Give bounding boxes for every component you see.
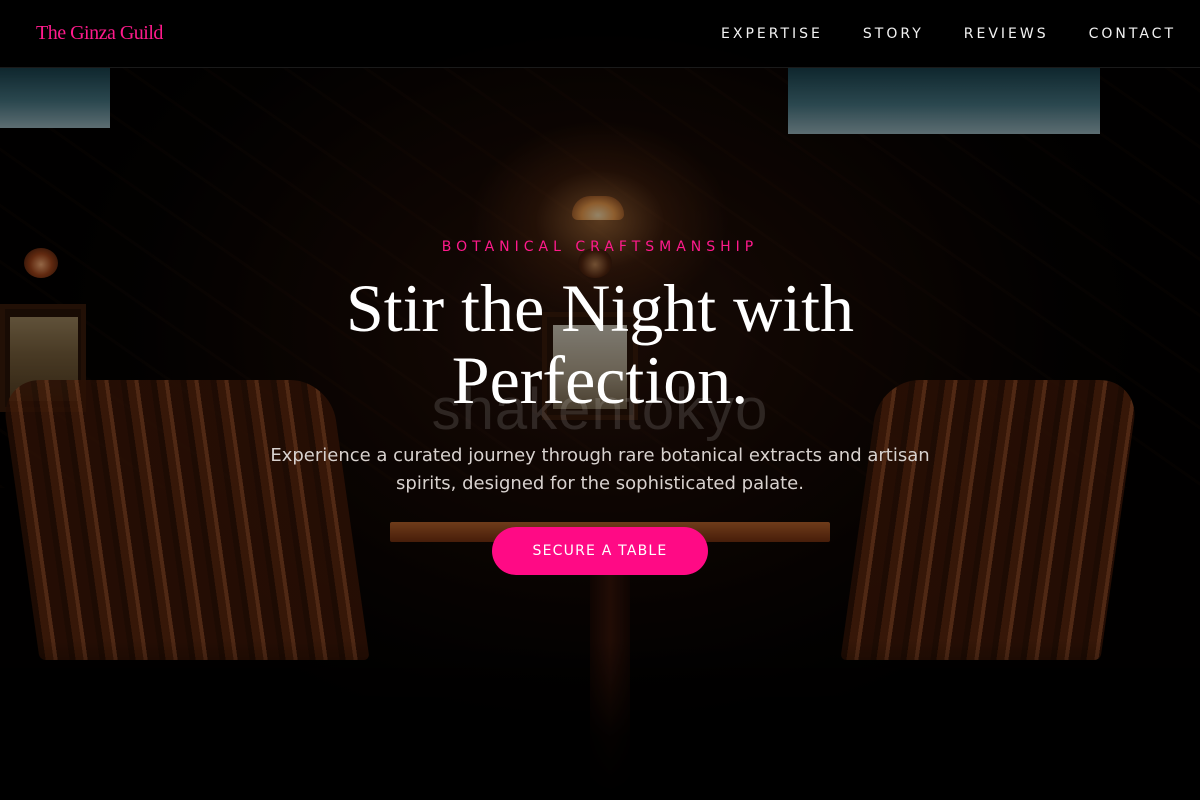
hero-section: BOTANICAL CRAFTSMANSHIP Stir the Night w… xyxy=(0,0,1200,800)
secure-table-button[interactable]: SECURE A TABLE xyxy=(492,527,708,575)
hero-headline: Stir the Night with Perfection. xyxy=(345,270,855,418)
hero-subheading: Experience a curated journey through rar… xyxy=(270,445,930,494)
hero-eyebrow: BOTANICAL CRAFTSMANSHIP xyxy=(441,239,759,255)
